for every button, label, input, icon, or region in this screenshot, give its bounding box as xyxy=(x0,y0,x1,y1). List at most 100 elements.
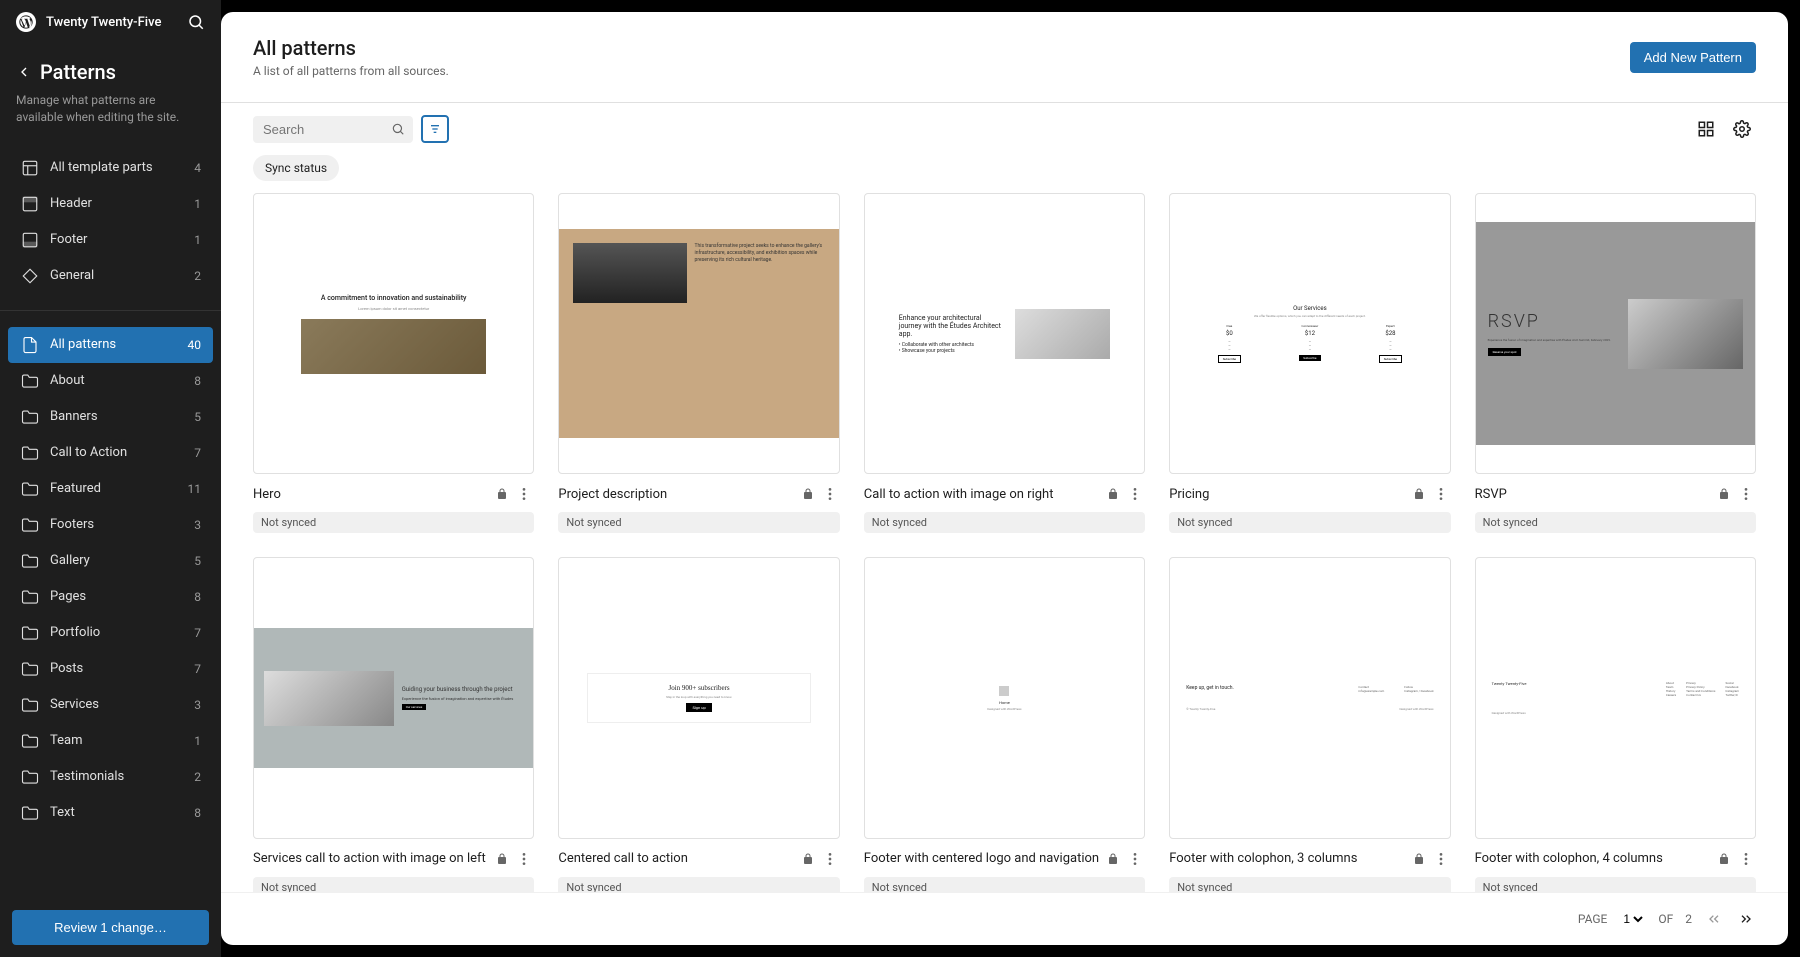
sync-status-badge: Not synced xyxy=(253,877,534,892)
filter-icon xyxy=(427,121,443,137)
back-arrow-icon[interactable] xyxy=(16,64,32,80)
nav-item-testimonials[interactable]: Testimonials2 xyxy=(8,759,213,795)
template-parts-nav: All template parts 4 Header1Footer1General… xyxy=(0,142,221,302)
pattern-title: Project description xyxy=(558,487,795,502)
page-select[interactable]: 1 xyxy=(1619,911,1646,927)
prev-page-button[interactable] xyxy=(1704,909,1724,929)
diamond-icon xyxy=(20,266,40,286)
lock-icon xyxy=(1718,853,1730,865)
filter-button[interactable] xyxy=(421,115,449,143)
pattern-preview[interactable]: HomeDesigned with WordPress xyxy=(864,557,1145,838)
more-vertical-icon xyxy=(822,486,838,502)
pattern-actions-button[interactable] xyxy=(514,849,534,869)
pattern-card: Our ServicesWe offer flexible options, w… xyxy=(1169,193,1450,533)
search-input[interactable] xyxy=(253,116,413,143)
nav-count: 1 xyxy=(194,233,201,247)
sync-status-badge: Not synced xyxy=(558,512,839,533)
nav-item-footers[interactable]: Footers3 xyxy=(8,507,213,543)
file-icon xyxy=(20,335,40,355)
nav-count: 7 xyxy=(194,626,201,640)
next-page-button[interactable] xyxy=(1736,909,1756,929)
nav-item-posts[interactable]: Posts7 xyxy=(8,651,213,687)
wordpress-logo-icon[interactable] xyxy=(16,12,36,32)
nav-label: Testimonials xyxy=(50,769,184,784)
folder-icon xyxy=(20,515,40,535)
sync-status-filter-chip[interactable]: Sync status xyxy=(253,155,339,181)
nav-item-text[interactable]: Text8 xyxy=(8,795,213,831)
sidebar: Twenty Twenty-Five Patterns Manage what … xyxy=(0,0,221,957)
nav-item-call-to-action[interactable]: Call to Action7 xyxy=(8,435,213,471)
folder-icon xyxy=(20,623,40,643)
pattern-preview[interactable]: A commitment to innovation and sustainab… xyxy=(253,193,534,474)
nav-count: 5 xyxy=(194,410,201,424)
nav-item-pages[interactable]: Pages8 xyxy=(8,579,213,615)
nav-label: About xyxy=(50,373,184,388)
folder-icon xyxy=(20,587,40,607)
nav-item-gallery[interactable]: Gallery5 xyxy=(8,543,213,579)
nav-item-portfolio[interactable]: Portfolio7 xyxy=(8,615,213,651)
more-vertical-icon xyxy=(516,486,532,502)
pattern-preview[interactable]: Our ServicesWe offer flexible options, w… xyxy=(1169,193,1450,474)
sync-status-badge: Not synced xyxy=(253,512,534,533)
folder-icon xyxy=(20,479,40,499)
nav-count: 11 xyxy=(188,482,202,496)
review-changes-button[interactable]: Review 1 change… xyxy=(12,910,209,945)
pattern-actions-button[interactable] xyxy=(1431,484,1451,504)
pattern-preview[interactable]: Guiding your business through the projec… xyxy=(253,557,534,838)
pattern-preview[interactable]: Join 900+ subscribersStay in the loop wi… xyxy=(558,557,839,838)
nav-item-all-patterns[interactable]: All patterns40 xyxy=(8,327,213,363)
nav-item-header[interactable]: Header1 xyxy=(8,186,213,222)
grid-view-button[interactable] xyxy=(1692,115,1720,143)
nav-count: 4 xyxy=(194,161,201,175)
pattern-preview[interactable]: Enhance your architectural journey with … xyxy=(864,193,1145,474)
page-subtitle: A list of all patterns from all sources. xyxy=(253,64,449,78)
nav-item-featured[interactable]: Featured11 xyxy=(8,471,213,507)
pattern-actions-button[interactable] xyxy=(1125,484,1145,504)
pattern-title: Hero xyxy=(253,487,490,502)
lock-icon xyxy=(496,488,508,500)
nav-label: All template parts xyxy=(50,160,184,175)
pattern-actions-button[interactable] xyxy=(1736,484,1756,504)
nav-item-services[interactable]: Services3 xyxy=(8,687,213,723)
nav-item-all-template-parts[interactable]: All template parts 4 xyxy=(8,150,213,186)
pattern-preview[interactable]: Twenty Twenty-FiveAbout Team History Car… xyxy=(1475,557,1756,838)
nav-item-team[interactable]: Team1 xyxy=(8,723,213,759)
nav-item-general[interactable]: General2 xyxy=(8,258,213,294)
nav-item-banners[interactable]: Banners 5 xyxy=(8,399,213,435)
pattern-title-row: RSVP xyxy=(1475,484,1756,504)
pattern-actions-button[interactable] xyxy=(1736,849,1756,869)
pattern-actions-button[interactable] xyxy=(820,484,840,504)
gear-icon xyxy=(1733,120,1751,138)
nav-count: 8 xyxy=(194,590,201,604)
pattern-actions-button[interactable] xyxy=(514,484,534,504)
pattern-preview[interactable]: RSVPExperience the fusion of imagination… xyxy=(1475,193,1756,474)
add-new-pattern-button[interactable]: Add New Pattern xyxy=(1630,42,1756,73)
lock-icon xyxy=(1107,853,1119,865)
pattern-actions-button[interactable] xyxy=(820,849,840,869)
lock-icon xyxy=(1718,488,1730,500)
sync-status-badge: Not synced xyxy=(1475,512,1756,533)
header-icon xyxy=(20,194,40,214)
nav-label: Banners xyxy=(50,409,184,424)
of-label: OF xyxy=(1658,912,1673,926)
pattern-card: HomeDesigned with WordPress Footer with … xyxy=(864,557,1145,892)
pattern-title: Pricing xyxy=(1169,487,1406,502)
more-vertical-icon xyxy=(1127,851,1143,867)
nav-item-about[interactable]: About8 xyxy=(8,363,213,399)
nav-count: 5 xyxy=(194,554,201,568)
nav-label: All patterns xyxy=(50,337,178,352)
folder-icon xyxy=(20,767,40,787)
pattern-title-row: Call to action with image on right xyxy=(864,484,1145,504)
pattern-preview[interactable]: This transformative project seeks to enh… xyxy=(558,193,839,474)
pattern-preview[interactable]: Keep up, get in touch.Contactinfo@exampl… xyxy=(1169,557,1450,838)
pattern-actions-button[interactable] xyxy=(1431,849,1451,869)
settings-button[interactable] xyxy=(1728,115,1756,143)
folder-icon xyxy=(20,443,40,463)
pattern-actions-button[interactable] xyxy=(1125,849,1145,869)
pattern-title-row: Hero xyxy=(253,484,534,504)
nav-item-footer[interactable]: Footer1 xyxy=(8,222,213,258)
pattern-card: Guiding your business through the projec… xyxy=(253,557,534,892)
search-icon[interactable] xyxy=(187,13,205,31)
sync-status-badge: Not synced xyxy=(1169,512,1450,533)
pattern-title: Footer with colophon, 4 columns xyxy=(1475,851,1712,866)
